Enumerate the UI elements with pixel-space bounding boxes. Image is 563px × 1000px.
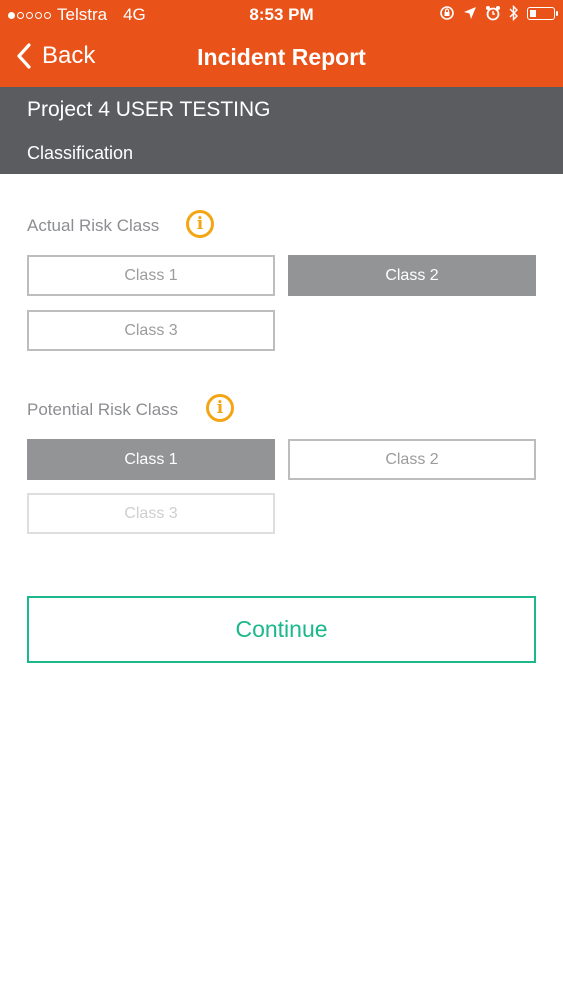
- actual-risk-class-1-option[interactable]: Class 1: [27, 255, 275, 296]
- potential-risk-label: Potential Risk Class: [27, 400, 179, 419]
- continue-button[interactable]: Continue: [27, 596, 536, 663]
- project-name: Project 4 USER TESTING: [27, 98, 271, 121]
- battery-icon: [527, 6, 558, 20]
- actual-risk-label: Actual Risk Class: [27, 216, 160, 235]
- potential-risk-class-1-option[interactable]: Class 1: [27, 439, 275, 480]
- location-arrow-icon: [464, 7, 476, 19]
- navigation-bar: Back Incident Report: [0, 30, 563, 87]
- actual-risk-info-icon[interactable]: i: [186, 210, 214, 238]
- potential-risk-info-icon[interactable]: i: [206, 394, 234, 422]
- rotation-lock-icon: [440, 6, 454, 20]
- page-title: Incident Report: [197, 44, 366, 70]
- top-bar: Telstra 4G 8:53 PM Back Incident Report: [0, 0, 563, 87]
- bluetooth-icon: [509, 5, 518, 21]
- actual-risk-class-3-option[interactable]: Class 3: [27, 310, 275, 351]
- potential-risk-class-2-option[interactable]: Class 2: [288, 439, 536, 480]
- incident-report-screen: Telstra 4G 8:53 PM Back Incident Report …: [0, 0, 563, 1000]
- potential-risk-class-3-option: Class 3: [27, 493, 275, 534]
- alarm-clock-icon: [486, 6, 500, 21]
- status-bar: Telstra 4G 8:53 PM: [0, 0, 563, 30]
- project-header: Project 4 USER TESTING Classification: [0, 87, 563, 174]
- section-title: Classification: [27, 143, 134, 163]
- status-icons: [439, 5, 558, 21]
- actual-risk-class-2-option[interactable]: Class 2: [288, 255, 536, 296]
